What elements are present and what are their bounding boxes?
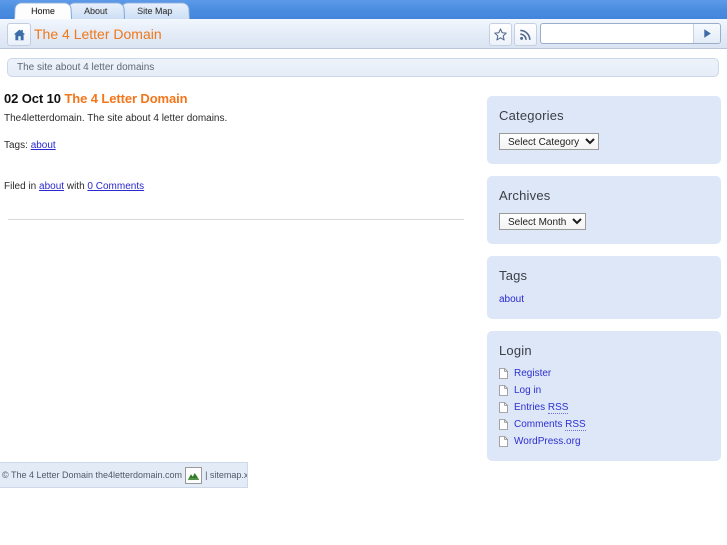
rss-feed-button[interactable] [514, 23, 537, 46]
login-link-list: Register Log in Entries RSS Comments RSS… [499, 368, 709, 447]
main-column: 02 Oct 10 The 4 Letter Domain The4letter… [2, 91, 472, 192]
post-title[interactable]: The 4 Letter Domain [64, 91, 187, 106]
login-link-wordpress-org-label: WordPress.org [514, 436, 581, 447]
post-filed-mid: with [67, 181, 85, 192]
login-link-log-in-label: Log in [514, 385, 541, 396]
bookmark-button[interactable] [489, 23, 512, 46]
go-button[interactable] [693, 24, 720, 43]
address-input[interactable] [541, 24, 693, 43]
post-category-link-about[interactable]: about [39, 181, 64, 192]
list-item[interactable]: WordPress.org [499, 436, 709, 447]
address-bar[interactable] [540, 23, 721, 44]
widget-login: Login Register Log in Entries RSS Commen… [487, 331, 721, 461]
browser-tab-site-map[interactable]: Site Map [120, 2, 190, 19]
widget-tags-title: Tags [499, 268, 709, 283]
login-link-comments-rss[interactable]: Comments RSS [514, 419, 586, 430]
document-icon [499, 436, 508, 447]
home-icon [13, 29, 26, 41]
bookmark-star-icon [494, 28, 507, 41]
rss-feed-icon [519, 28, 532, 41]
login-link-comments-rss-label: Comments [514, 419, 565, 430]
list-item[interactable]: Log in [499, 385, 709, 396]
document-icon [499, 402, 508, 413]
post-heading: 02 Oct 10 The 4 Letter Domain [4, 91, 472, 106]
login-link-entries-rss-abbr: RSS [548, 402, 569, 414]
footer-sitemap-link[interactable]: sitemap.xml [210, 470, 248, 480]
post-filed-prefix: Filed in [4, 181, 36, 192]
page-content: The site about 4 letter domains 02 Oct 1… [0, 50, 727, 545]
archive-month-select[interactable]: Select Month [499, 213, 586, 230]
post-tags-label: Tags: [4, 140, 28, 151]
browser-toolbar: The 4 Letter Domain [0, 19, 727, 49]
list-item[interactable]: Register [499, 368, 709, 379]
go-arrow-icon [702, 28, 713, 39]
footer-copyright: © The 4 Letter Domain the4letterdomain.c… [2, 470, 182, 480]
document-icon [499, 385, 508, 396]
list-item[interactable]: Comments RSS [499, 419, 709, 430]
tag-cloud-link-about[interactable]: about [499, 294, 524, 305]
login-link-entries-rss[interactable]: Entries RSS [514, 402, 568, 413]
sidebar: Categories Select Category Archives Sele… [487, 96, 721, 473]
site-footer: © The 4 Letter Domain the4letterdomain.c… [0, 462, 248, 488]
document-icon [499, 419, 508, 430]
home-button[interactable] [7, 23, 31, 46]
login-link-wordpress-org[interactable]: WordPress.org [514, 436, 581, 447]
content-divider [8, 219, 464, 220]
site-tagline: The site about 4 letter domains [7, 58, 719, 77]
post-comments-link[interactable]: 0 Comments [87, 181, 144, 192]
browser-tab-home[interactable]: Home [14, 2, 72, 19]
widget-archives-title: Archives [499, 188, 709, 203]
list-item[interactable]: Entries RSS [499, 402, 709, 413]
broken-image-icon [185, 467, 202, 484]
browser-tab-about[interactable]: About [67, 2, 125, 19]
browser-tabs: Home About Site Map [14, 2, 184, 19]
post-date: 02 Oct 10 [4, 91, 61, 106]
page-title: The 4 Letter Domain [34, 23, 162, 45]
post-tags: Tags: about [4, 140, 472, 151]
login-link-entries-rss-label: Entries [514, 402, 548, 413]
image-placeholder-icon [188, 471, 199, 480]
browser-tab-strip: Home About Site Map [0, 0, 727, 20]
browser-tab-site-map-label: Site Map [137, 6, 172, 16]
widget-categories: Categories Select Category [487, 96, 721, 164]
category-select[interactable]: Select Category [499, 133, 599, 150]
login-link-comments-rss-abbr: RSS [565, 419, 586, 431]
post-meta: Filed in about with 0 Comments [4, 181, 472, 192]
browser-tab-home-label: Home [31, 6, 55, 16]
widget-categories-title: Categories [499, 108, 709, 123]
login-link-register[interactable]: Register [514, 368, 551, 379]
login-link-log-in[interactable]: Log in [514, 385, 541, 396]
widget-tags: Tags about [487, 256, 721, 319]
document-icon [499, 368, 508, 379]
login-link-register-label: Register [514, 368, 551, 379]
post-tag-link-about[interactable]: about [31, 140, 56, 151]
widget-login-title: Login [499, 343, 709, 358]
widget-archives: Archives Select Month [487, 176, 721, 244]
browser-tab-about-label: About [84, 6, 107, 16]
post-body: The4letterdomain. The site about 4 lette… [4, 112, 472, 126]
